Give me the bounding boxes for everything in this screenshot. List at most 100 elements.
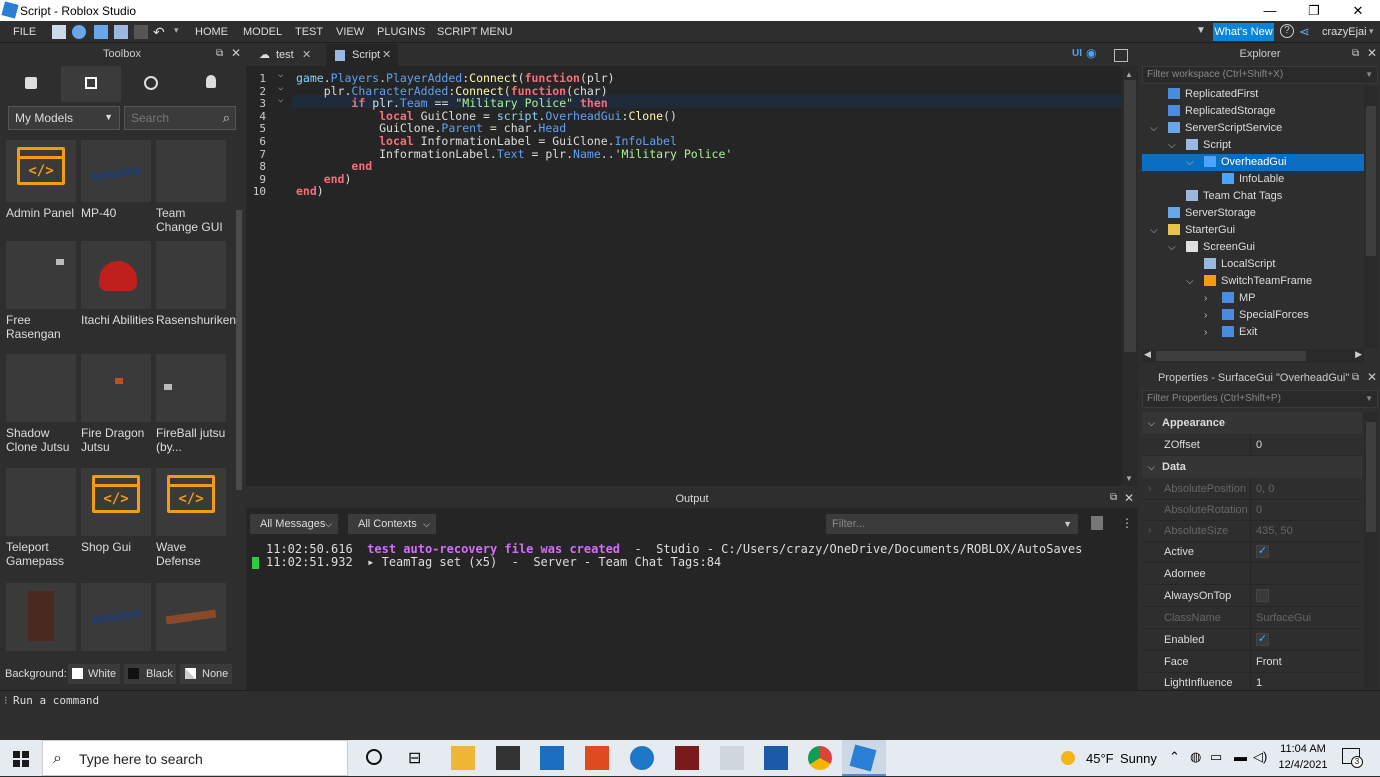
ribbon-collapse-icon[interactable]: ▼ bbox=[1196, 25, 1206, 36]
user-name[interactable]: crazyEjai bbox=[1322, 26, 1367, 38]
new-file-icon[interactable] bbox=[52, 25, 66, 39]
explorer-item[interactable]: › Exit bbox=[1142, 324, 1364, 341]
people-icon[interactable]: ◍ bbox=[1190, 749, 1201, 765]
property-category[interactable]: ⌵ Appearance bbox=[1142, 412, 1362, 434]
toolbox-item[interactable]: </> Wave Defense bbox=[156, 468, 226, 568]
bg-black-button[interactable]: Black bbox=[124, 664, 176, 684]
eye-icon[interactable]: ◉ bbox=[1086, 46, 1096, 60]
save-icon[interactable] bbox=[94, 25, 108, 39]
properties-float-icon[interactable]: ⧉ bbox=[1352, 372, 1359, 383]
property-checkbox[interactable] bbox=[1256, 589, 1269, 602]
task-view-icon[interactable]: ⊟ bbox=[408, 748, 421, 768]
explorer-close-icon[interactable]: ✕ bbox=[1367, 46, 1377, 60]
bg-white-button[interactable]: White bbox=[68, 664, 120, 684]
output-float-icon[interactable]: ⧉ bbox=[1110, 492, 1117, 503]
scroll-up-icon[interactable]: ▲ bbox=[1125, 70, 1133, 79]
explorer-hscroll[interactable]: ◀ ▶ bbox=[1142, 349, 1364, 363]
notification-icon[interactable]: 3 bbox=[1342, 748, 1363, 768]
property-value[interactable]: Front bbox=[1256, 651, 1282, 673]
office-icon[interactable] bbox=[585, 746, 609, 770]
property-category[interactable]: ⌵ Data bbox=[1142, 456, 1362, 478]
clock-date[interactable]: 12/4/2021 bbox=[1278, 759, 1328, 771]
expand-chevron-icon[interactable]: › bbox=[1204, 324, 1214, 341]
tab-close-icon[interactable]: ✕ bbox=[302, 44, 311, 66]
help-icon[interactable]: ? bbox=[1280, 24, 1294, 38]
tray-chevron-icon[interactable]: ⌃ bbox=[1169, 749, 1180, 765]
expand-chevron-icon[interactable]: ⌵ bbox=[1168, 239, 1178, 256]
volume-icon[interactable]: ◁) bbox=[1253, 749, 1267, 765]
tab-test[interactable]: ☁ test ✕ bbox=[250, 44, 324, 66]
close-button[interactable]: ✕ bbox=[1336, 0, 1380, 21]
scroll-down-icon[interactable]: ▼ bbox=[1125, 474, 1133, 483]
script-editor[interactable]: 1 2 3 4 5 6 7 8 9 10 ⌵ ⌵ ⌵ game.Players.PlayerAdded:… bbox=[246, 66, 1122, 486]
ui-visibility-toggle[interactable]: UI bbox=[1072, 48, 1082, 59]
properties-close-icon[interactable]: ✕ bbox=[1367, 370, 1377, 384]
property-row[interactable]: › AbsolutePosition 0, 0 bbox=[1142, 478, 1362, 500]
expand-chevron-icon[interactable]: › bbox=[1204, 290, 1214, 307]
toolbox-item[interactable]: Team Change GUI bbox=[156, 140, 226, 234]
toolbox-item[interactable]: FireBall jutsu (by... bbox=[156, 354, 226, 454]
script-panel-icon[interactable] bbox=[1114, 49, 1128, 62]
code-line[interactable]: end) bbox=[296, 184, 324, 198]
collaborate-icon[interactable] bbox=[72, 25, 86, 39]
toolbox-item[interactable]: Teleport Gamepass bbox=[6, 468, 76, 568]
fold-chevron-icon[interactable]: ⌵ bbox=[278, 95, 283, 105]
property-row[interactable]: Face Front bbox=[1142, 651, 1362, 673]
toolbox-item[interactable]: Free Rasengan bbox=[6, 241, 76, 341]
cortana-icon[interactable] bbox=[366, 749, 382, 765]
tab-marketplace[interactable] bbox=[61, 66, 121, 102]
weather-temp[interactable]: 45°F bbox=[1086, 751, 1114, 766]
property-row[interactable]: ClassName SurfaceGui bbox=[1142, 607, 1362, 629]
explorer-item[interactable]: ReplicatedFirst bbox=[1142, 86, 1364, 103]
toolbox-item[interactable] bbox=[6, 583, 76, 651]
explorer-item[interactable]: ServerStorage bbox=[1142, 205, 1364, 222]
property-row[interactable]: ZOffset 0 bbox=[1142, 434, 1362, 456]
explorer-item[interactable]: ⌵ ServerScriptService bbox=[1142, 120, 1364, 137]
toolbox-item[interactable]: Itachi Abilities bbox=[81, 241, 154, 327]
expand-chevron-icon[interactable]: › bbox=[1148, 478, 1151, 500]
output-close-icon[interactable]: ✕ bbox=[1124, 491, 1134, 505]
explorer-item[interactable]: Team Chat Tags bbox=[1142, 188, 1364, 205]
property-checkbox[interactable]: ✓ bbox=[1256, 633, 1269, 646]
menu-plugins[interactable]: PLUGINS bbox=[377, 26, 425, 38]
expand-chevron-icon[interactable]: ⌵ bbox=[1186, 154, 1196, 171]
category-dropdown[interactable]: My Models ▼ bbox=[8, 106, 120, 130]
toolbox-item[interactable]: Rasenshuriken bbox=[156, 241, 236, 327]
property-value[interactable]: 0 bbox=[1256, 499, 1262, 521]
maximize-button[interactable]: ❐ bbox=[1292, 0, 1336, 21]
roblox-studio-taskbar-button[interactable] bbox=[842, 740, 886, 776]
explorer-item[interactable]: ⌵ SwitchTeamFrame bbox=[1142, 273, 1364, 290]
toolbox-item[interactable]: MP-40 bbox=[81, 140, 151, 220]
menu-test[interactable]: TEST bbox=[295, 26, 323, 38]
file-explorer-icon[interactable] bbox=[451, 746, 475, 770]
tab-close-icon[interactable]: ✕ bbox=[382, 44, 391, 66]
toolbox-search-input[interactable]: Search ⌕ bbox=[124, 106, 236, 130]
explorer-vscroll[interactable] bbox=[1364, 86, 1378, 348]
clock-time[interactable]: 11:04 AM bbox=[1278, 743, 1328, 755]
command-bar[interactable]: ⁝ Run a command bbox=[0, 690, 1380, 710]
property-value[interactable]: 0 bbox=[1256, 434, 1262, 456]
expand-chevron-icon[interactable]: › bbox=[1204, 307, 1214, 324]
property-checkbox[interactable]: ✓ bbox=[1256, 545, 1269, 558]
property-row[interactable]: AbsoluteRotation 0 bbox=[1142, 499, 1362, 521]
weather-condition[interactable]: Sunny bbox=[1120, 751, 1157, 766]
share-icon[interactable]: ⋖ bbox=[1299, 24, 1310, 40]
menu-model[interactable]: MODEL bbox=[243, 26, 282, 38]
explorer-item[interactable]: InfoLable bbox=[1142, 171, 1364, 188]
menu-file[interactable]: FILE bbox=[13, 26, 36, 38]
expand-chevron-icon[interactable]: ⌵ bbox=[1168, 137, 1178, 154]
expand-chevron-icon[interactable]: ⌵ bbox=[1150, 222, 1160, 239]
mail-icon[interactable] bbox=[540, 746, 564, 770]
app-icon[interactable] bbox=[630, 746, 654, 770]
user-dropdown-icon[interactable]: ▾ bbox=[1369, 26, 1374, 37]
whats-new-button[interactable]: What's New bbox=[1213, 23, 1274, 41]
property-value[interactable]: 435, 50 bbox=[1256, 520, 1293, 542]
toolbox-item[interactable]: Shadow Clone Jutsu bbox=[6, 354, 76, 454]
expand-chevron-icon[interactable]: › bbox=[1148, 520, 1151, 542]
scroll-thumb[interactable] bbox=[1124, 80, 1136, 352]
app-icon[interactable] bbox=[720, 746, 744, 770]
tab-creations[interactable] bbox=[181, 66, 241, 102]
explorer-filter-input[interactable]: Filter workspace (Ctrl+Shift+X) ▼ bbox=[1142, 66, 1378, 84]
taskbar-search-input[interactable]: ⌕ Type here to search bbox=[42, 740, 348, 776]
toolbox-item[interactable]: </> Shop Gui bbox=[81, 468, 151, 554]
